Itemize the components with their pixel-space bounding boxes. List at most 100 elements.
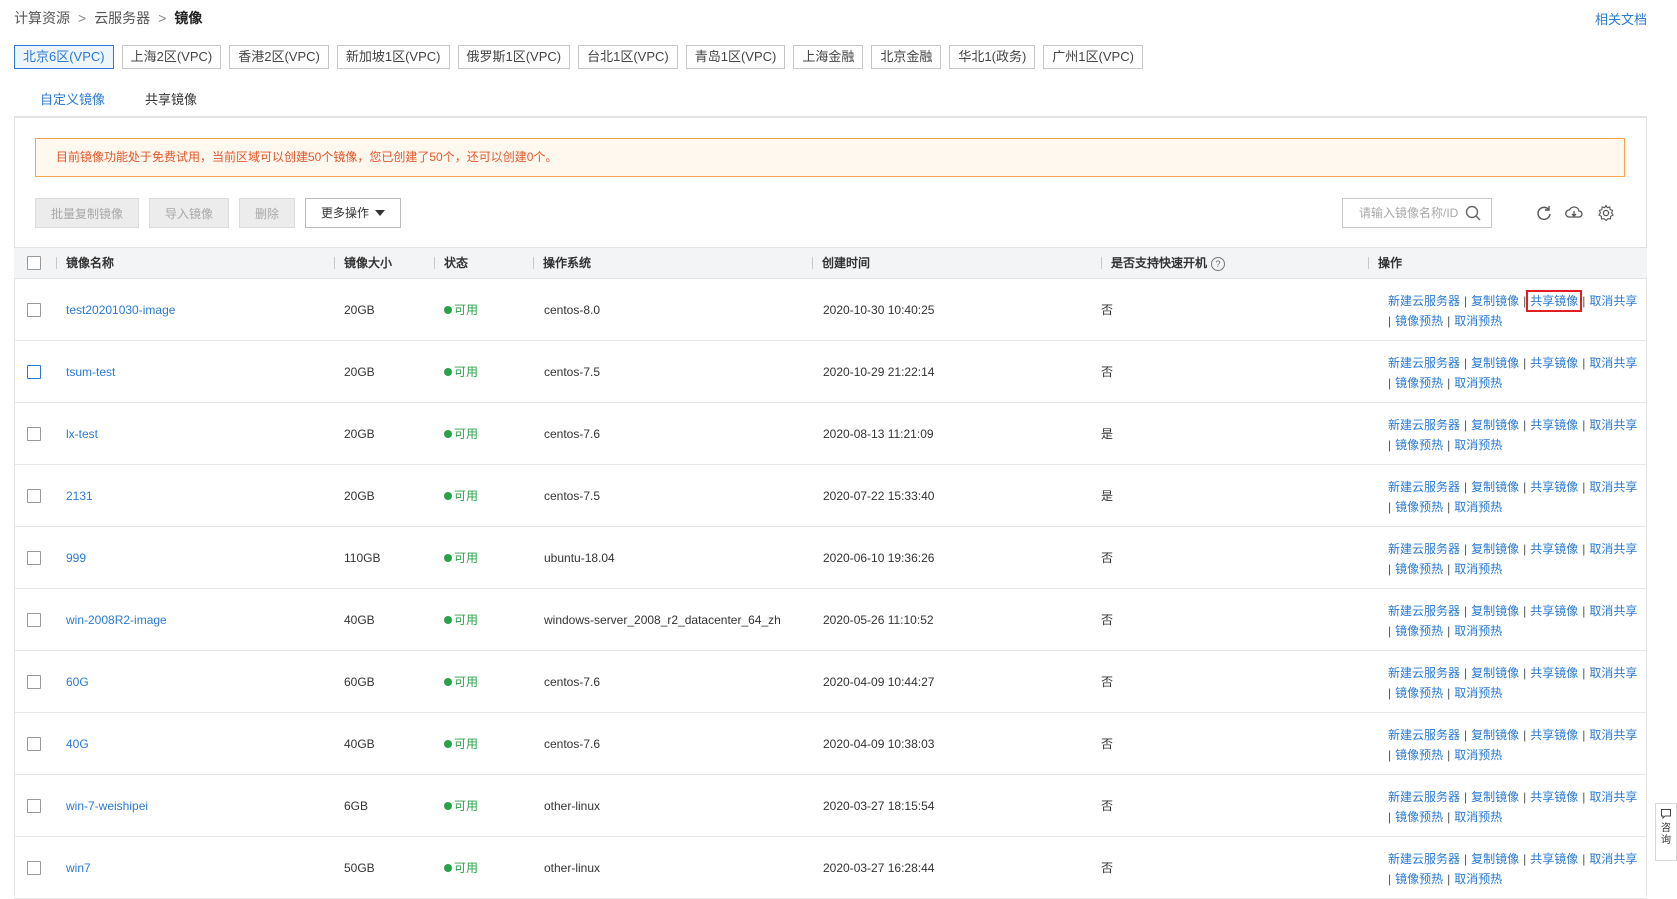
cancel-preheat-link[interactable]: 取消预热 — [1454, 748, 1502, 762]
region-singapore1[interactable]: 新加坡1区(VPC) — [336, 45, 450, 69]
share-image-link[interactable]: 共享镜像 — [1530, 604, 1578, 618]
region-beijing-finance[interactable]: 北京金融 — [871, 45, 942, 69]
unshare-link[interactable]: 取消共享 — [1589, 604, 1637, 618]
new-server-link[interactable]: 新建云服务器 — [1388, 666, 1460, 680]
region-qingdao1[interactable]: 青岛1区(VPC) — [685, 45, 786, 69]
copy-image-link[interactable]: 复制镜像 — [1471, 418, 1519, 432]
copy-image-link[interactable]: 复制镜像 — [1471, 294, 1519, 308]
unshare-link[interactable]: 取消共享 — [1589, 728, 1637, 742]
row-checkbox[interactable] — [27, 551, 41, 565]
unshare-link[interactable]: 取消共享 — [1589, 790, 1637, 804]
unshare-link[interactable]: 取消共享 — [1589, 294, 1637, 308]
row-checkbox[interactable] — [27, 365, 41, 379]
import-image-button[interactable]: 导入镜像 — [149, 198, 230, 228]
region-russia1[interactable]: 俄罗斯1区(VPC) — [457, 45, 571, 69]
unshare-link[interactable]: 取消共享 — [1589, 542, 1637, 556]
copy-image-link[interactable]: 复制镜像 — [1471, 542, 1519, 556]
new-server-link[interactable]: 新建云服务器 — [1388, 542, 1460, 556]
cloud-download-icon[interactable] — [1565, 204, 1583, 222]
table-row[interactable]: 40G 40GB 可用 centos-7.6 2020-04-09 10:38:03 否 新… — [14, 713, 1647, 775]
copy-image-link[interactable]: 复制镜像 — [1471, 604, 1519, 618]
table-row[interactable]: 2131 20GB 可用 centos-7.5 2020-07-22 15:33:40 是… — [14, 465, 1647, 527]
region-shanghai2[interactable]: 上海2区(VPC) — [121, 45, 222, 69]
tab-custom-images[interactable]: 自定义镜像 — [20, 86, 126, 118]
search-icon[interactable] — [1465, 205, 1481, 221]
cancel-preheat-link[interactable]: 取消预热 — [1454, 500, 1502, 514]
new-server-link[interactable]: 新建云服务器 — [1388, 728, 1460, 742]
copy-image-link[interactable]: 复制镜像 — [1471, 852, 1519, 866]
breadcrumb-item-compute[interactable]: 计算资源 — [14, 8, 70, 28]
share-image-link[interactable]: 共享镜像 — [1530, 542, 1578, 556]
cancel-preheat-link[interactable]: 取消预热 — [1454, 872, 1502, 886]
cancel-preheat-link[interactable]: 取消预热 — [1454, 562, 1502, 576]
share-image-link[interactable]: 共享镜像 — [1530, 666, 1578, 680]
cancel-preheat-link[interactable]: 取消预热 — [1454, 376, 1502, 390]
help-docs-link[interactable]: 相关文档 — [1595, 9, 1647, 28]
unshare-link[interactable]: 取消共享 — [1589, 666, 1637, 680]
image-name-link[interactable]: tsum-test — [66, 341, 115, 403]
row-checkbox[interactable] — [27, 861, 41, 875]
preheat-link[interactable]: 镜像预热 — [1395, 686, 1443, 700]
copy-image-link[interactable]: 复制镜像 — [1471, 790, 1519, 804]
preheat-link[interactable]: 镜像预热 — [1395, 562, 1443, 576]
preheat-link[interactable]: 镜像预热 — [1395, 810, 1443, 824]
unshare-link[interactable]: 取消共享 — [1589, 356, 1637, 370]
preheat-link[interactable]: 镜像预热 — [1395, 438, 1443, 452]
new-server-link[interactable]: 新建云服务器 — [1388, 790, 1460, 804]
cancel-preheat-link[interactable]: 取消预热 — [1454, 624, 1502, 638]
share-image-link[interactable]: 共享镜像 — [1530, 356, 1578, 370]
unshare-link[interactable]: 取消共享 — [1589, 418, 1637, 432]
table-row[interactable]: lx-test 20GB 可用 centos-7.6 2020-08-13 11:21:… — [14, 403, 1647, 465]
share-image-link[interactable]: 共享镜像 — [1526, 290, 1583, 312]
row-checkbox[interactable] — [27, 303, 41, 317]
new-server-link[interactable]: 新建云服务器 — [1388, 604, 1460, 618]
region-beijing6[interactable]: 北京6区(VPC) — [14, 45, 114, 69]
row-checkbox[interactable] — [27, 737, 41, 751]
table-row[interactable]: win-2008R2-image 40GB 可用 windows-server_200… — [14, 589, 1647, 651]
share-image-link[interactable]: 共享镜像 — [1530, 790, 1578, 804]
cancel-preheat-link[interactable]: 取消预热 — [1454, 686, 1502, 700]
gear-icon[interactable] — [1597, 204, 1615, 222]
unshare-link[interactable]: 取消共享 — [1589, 852, 1637, 866]
more-actions-dropdown[interactable]: 更多操作 — [305, 198, 402, 228]
copy-image-link[interactable]: 复制镜像 — [1471, 480, 1519, 494]
cancel-preheat-link[interactable]: 取消预热 — [1454, 810, 1502, 824]
share-image-link[interactable]: 共享镜像 — [1530, 418, 1578, 432]
image-name-link[interactable]: 60G — [66, 651, 89, 713]
table-row[interactable]: 999 110GB 可用 ubuntu-18.04 2020-06-10 19:36:2… — [14, 527, 1647, 589]
new-server-link[interactable]: 新建云服务器 — [1388, 418, 1460, 432]
image-name-link[interactable]: win7 — [66, 837, 91, 899]
region-guangzhou1[interactable]: 广州1区(VPC) — [1043, 45, 1143, 69]
table-row[interactable]: win-7-weishipei 6GB 可用 other-linux 2020-03-2… — [14, 775, 1647, 837]
refresh-icon[interactable] — [1535, 204, 1553, 222]
preheat-link[interactable]: 镜像预热 — [1395, 314, 1443, 328]
region-shanghai-finance[interactable]: 上海金融 — [793, 45, 864, 69]
new-server-link[interactable]: 新建云服务器 — [1388, 294, 1460, 308]
preheat-link[interactable]: 镜像预热 — [1395, 748, 1443, 762]
table-row[interactable]: win7 50GB 可用 other-linux 2020-03-27 16:28:44… — [14, 837, 1647, 899]
copy-image-link[interactable]: 复制镜像 — [1471, 728, 1519, 742]
cancel-preheat-link[interactable]: 取消预热 — [1454, 438, 1502, 452]
image-name-link[interactable]: 2131 — [66, 465, 93, 527]
preheat-link[interactable]: 镜像预热 — [1395, 376, 1443, 390]
table-row[interactable]: 60G 60GB 可用 centos-7.6 2020-04-09 10:44:27 否 新… — [14, 651, 1647, 713]
delete-button[interactable]: 删除 — [239, 198, 296, 228]
row-checkbox[interactable] — [27, 799, 41, 813]
share-image-link[interactable]: 共享镜像 — [1530, 852, 1578, 866]
row-checkbox[interactable] — [27, 613, 41, 627]
image-name-link[interactable]: win-2008R2-image — [66, 589, 167, 651]
search-input[interactable] — [1343, 199, 1471, 227]
image-name-link[interactable]: 999 — [66, 527, 86, 589]
region-hongkong2[interactable]: 香港2区(VPC) — [229, 45, 329, 69]
preheat-link[interactable]: 镜像预热 — [1395, 624, 1443, 638]
unshare-link[interactable]: 取消共享 — [1589, 480, 1637, 494]
new-server-link[interactable]: 新建云服务器 — [1388, 480, 1460, 494]
share-image-link[interactable]: 共享镜像 — [1530, 728, 1578, 742]
region-huabei1-gov[interactable]: 华北1(政务) — [949, 45, 1036, 69]
image-name-link[interactable]: lx-test — [66, 403, 98, 465]
region-taipei1[interactable]: 台北1区(VPC) — [578, 45, 678, 69]
row-checkbox[interactable] — [27, 675, 41, 689]
share-image-link[interactable]: 共享镜像 — [1530, 480, 1578, 494]
new-server-link[interactable]: 新建云服务器 — [1388, 852, 1460, 866]
breadcrumb-item-cloud-server[interactable]: 云服务器 — [94, 8, 150, 28]
